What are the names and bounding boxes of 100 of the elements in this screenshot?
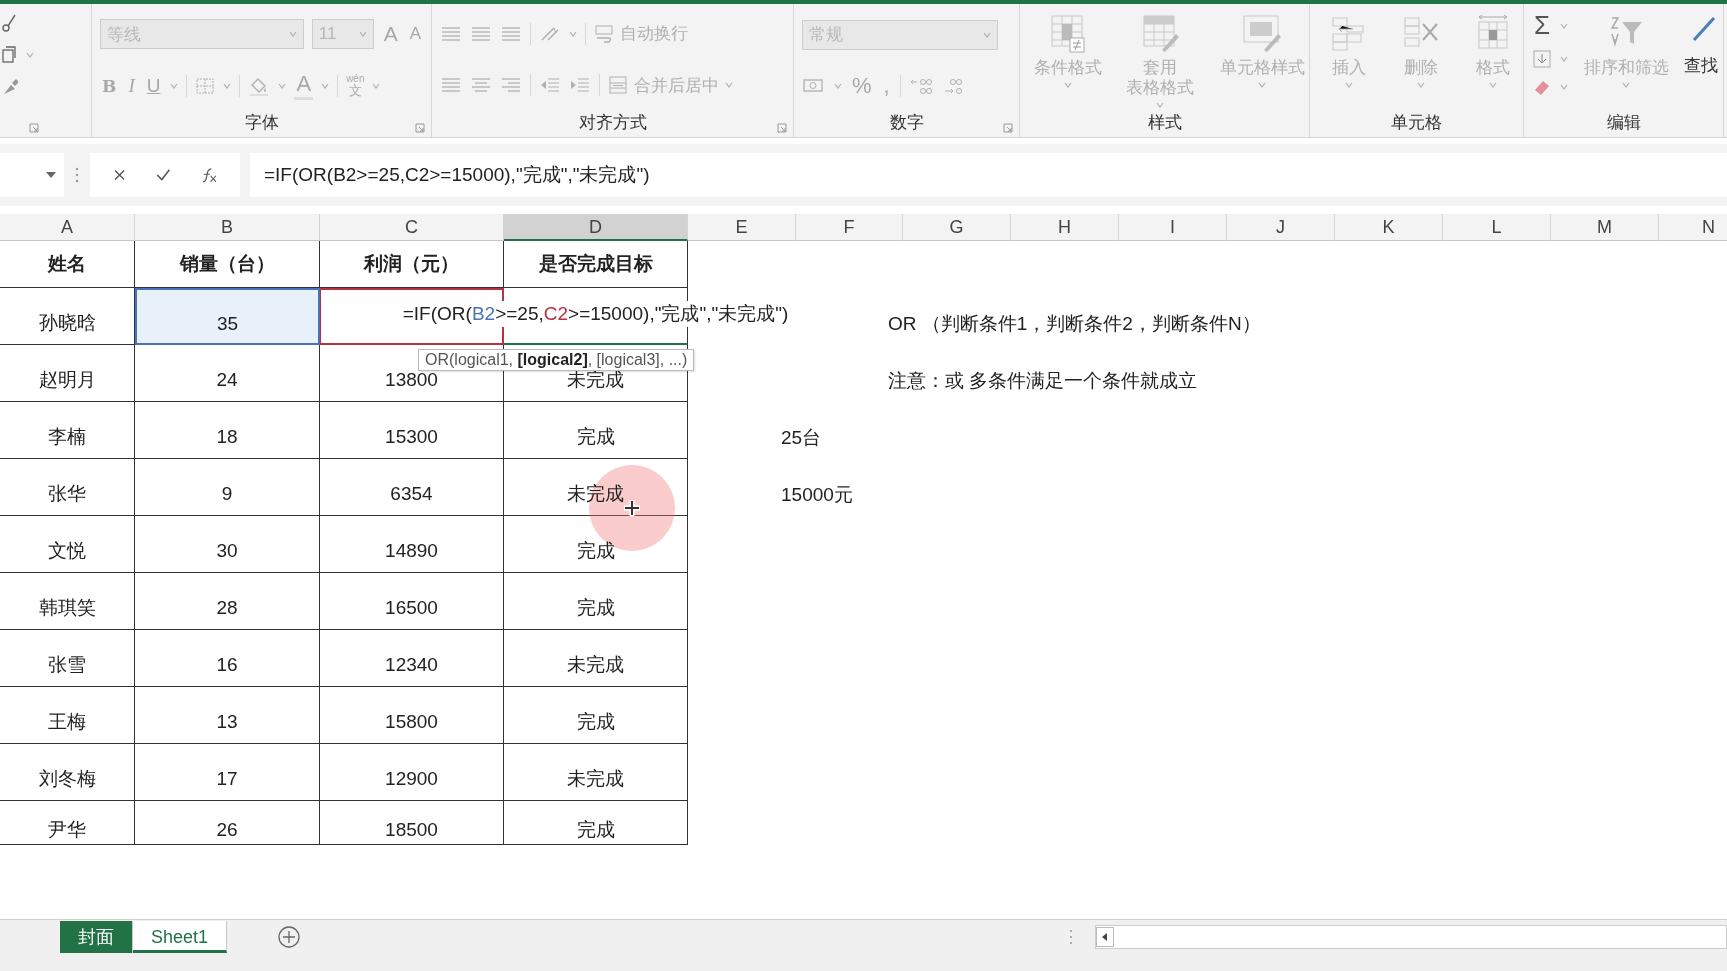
table-cell: 张雪 xyxy=(0,630,135,687)
table-cell: 完成 xyxy=(504,801,688,845)
font-color-button[interactable]: A xyxy=(294,71,314,100)
add-sheet-icon[interactable] xyxy=(277,925,302,949)
align-left-icon[interactable] xyxy=(440,76,462,95)
dialog-launcher-icon[interactable] xyxy=(29,123,39,133)
format-as-table-button[interactable]: 套用 表格格式 xyxy=(1118,8,1202,108)
insert-button[interactable]: 插入 xyxy=(1318,8,1380,88)
table-cell: 26 xyxy=(135,801,320,845)
group-label: 编辑 xyxy=(1605,112,1642,134)
table-cell: 18500 xyxy=(320,801,504,845)
column-header[interactable]: A xyxy=(0,214,135,241)
decrease-indent-icon[interactable] xyxy=(539,76,561,95)
dialog-launcher-icon[interactable] xyxy=(777,123,787,133)
column-header[interactable]: F xyxy=(796,214,903,241)
underline-button[interactable]: U xyxy=(144,74,163,97)
bold-button[interactable]: B xyxy=(100,75,119,96)
format-button[interactable]: 格式 xyxy=(1462,8,1524,88)
increase-decimal-icon[interactable] xyxy=(908,76,935,97)
align-top-icon[interactable] xyxy=(440,24,462,43)
align-bottom-icon[interactable] xyxy=(500,24,522,43)
align-middle-icon[interactable] xyxy=(470,24,492,43)
formula-input[interactable]: =IF(OR(B2>=25,C2>=15000),"完成","未完成") xyxy=(250,153,1727,197)
table-cell: 完成 xyxy=(504,687,688,744)
table-cell: 13 xyxy=(135,687,320,744)
phonetic-button[interactable]: wén 文 xyxy=(346,74,365,97)
column-header[interactable]: J xyxy=(1227,214,1335,241)
table-cell: 12340 xyxy=(320,630,504,687)
column-header[interactable]: G xyxy=(903,214,1011,241)
table-cell: 17 xyxy=(135,744,320,801)
table-cell: 35 xyxy=(135,288,320,345)
table-cell: 完成 xyxy=(504,573,688,630)
dialog-launcher-icon[interactable] xyxy=(1003,123,1013,133)
table-cell: 尹华 xyxy=(0,801,135,845)
scroll-left-icon[interactable] xyxy=(1096,927,1114,947)
cell-text: 15000元 xyxy=(781,482,853,507)
shrink-font-button[interactable]: A xyxy=(407,24,423,44)
table-cell: 16500 xyxy=(320,573,504,630)
cell-text: 25台 xyxy=(781,425,822,450)
name-box[interactable] xyxy=(0,153,64,197)
find-button[interactable]: 查找 xyxy=(1684,8,1719,77)
table-cell: 未完成 xyxy=(504,744,688,801)
border-icon[interactable] xyxy=(195,76,216,95)
sheet-tab[interactable]: 封面 xyxy=(60,921,133,953)
align-center-icon[interactable] xyxy=(470,76,492,95)
group-label: 字体 xyxy=(92,111,431,137)
caret-icon xyxy=(1064,82,1072,88)
conditional-format-button[interactable]: 条件格式 xyxy=(1028,8,1108,88)
cell-text: 注意：或 多条件满足一个条件就成立 xyxy=(888,368,1198,393)
column-header[interactable]: B xyxy=(135,214,320,241)
grip-icon xyxy=(1069,928,1073,946)
caret-icon xyxy=(288,31,297,37)
increase-indent-icon[interactable] xyxy=(569,76,591,95)
caret-icon xyxy=(834,83,842,90)
caret-icon xyxy=(725,82,733,89)
italic-button[interactable]: I xyxy=(126,74,137,97)
dialog-launcher-icon[interactable] xyxy=(415,123,425,133)
percent-button[interactable]: % xyxy=(850,73,874,100)
caret-icon xyxy=(1622,82,1631,88)
sheet-tab[interactable]: Sheet1 xyxy=(133,921,228,953)
horizontal-scrollbar[interactable] xyxy=(1095,925,1727,949)
fill-down-icon[interactable] xyxy=(1532,49,1552,69)
column-header[interactable]: D xyxy=(504,214,688,241)
table-cell: 文悦 xyxy=(0,516,135,573)
caret-icon xyxy=(1156,102,1164,108)
column-header[interactable]: K xyxy=(1335,214,1443,241)
comma-button[interactable]: , xyxy=(881,73,892,100)
caret-icon xyxy=(983,31,991,38)
caret-icon xyxy=(1560,84,1568,90)
table-cell: 完成 xyxy=(504,402,688,459)
column-header[interactable]: C xyxy=(320,214,504,241)
align-right-icon[interactable] xyxy=(500,76,522,95)
table-cell: 16 xyxy=(135,630,320,687)
table-cell: 张华 xyxy=(0,459,135,516)
table-cell: 韩琪笑 xyxy=(0,573,135,630)
column-header[interactable]: M xyxy=(1551,214,1659,241)
copy-icon[interactable] xyxy=(2,46,18,64)
table-cell: 刘冬梅 xyxy=(0,744,135,801)
table-brush-icon xyxy=(1140,14,1180,54)
caret-icon xyxy=(321,82,330,89)
grip-icon xyxy=(74,165,80,185)
orientation-icon[interactable] xyxy=(539,24,561,43)
column-header[interactable]: H xyxy=(1011,214,1119,241)
delete-button[interactable]: 删除 xyxy=(1390,8,1452,88)
column-header[interactable]: L xyxy=(1443,214,1551,241)
scissors-icon[interactable] xyxy=(2,14,18,32)
merge-center-button[interactable]: 合并后居中 xyxy=(608,73,733,97)
sort-filter-button[interactable]: 排序和筛选 xyxy=(1578,8,1675,88)
caret-icon xyxy=(358,31,367,37)
column-header[interactable]: N xyxy=(1659,214,1727,241)
wrap-text-button[interactable]: 自动换行 xyxy=(594,22,688,46)
column-header[interactable]: I xyxy=(1119,214,1227,241)
column-header[interactable]: E xyxy=(688,214,796,241)
autosum-button[interactable]: Σ xyxy=(1532,10,1553,41)
table-cell: 28 xyxy=(135,573,320,630)
table-cell: 12900 xyxy=(320,744,504,801)
caret-icon xyxy=(569,30,577,37)
brush-icon[interactable] xyxy=(2,78,18,96)
cell-styles-button[interactable]: 单元格样式 xyxy=(1212,8,1312,88)
grow-font-button[interactable]: A xyxy=(381,22,400,46)
